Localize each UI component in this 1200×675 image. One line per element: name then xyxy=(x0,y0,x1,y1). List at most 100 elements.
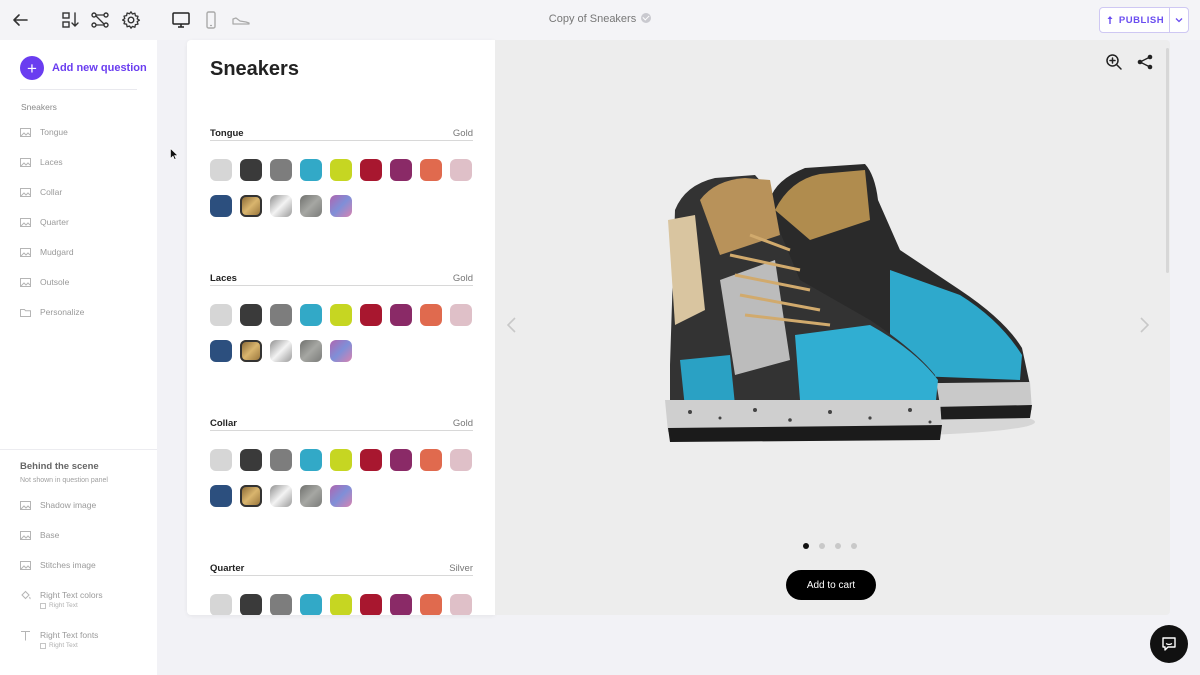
sort-icon[interactable] xyxy=(61,10,81,30)
color-swatch[interactable] xyxy=(300,159,322,181)
chat-button[interactable] xyxy=(1150,625,1188,663)
sidebar-item-shadow-image[interactable]: Shadow image xyxy=(20,497,96,513)
color-swatch[interactable] xyxy=(210,195,232,217)
sidebar-item-laces[interactable]: Laces xyxy=(20,154,63,170)
desktop-icon[interactable] xyxy=(171,10,191,30)
question-laces: Laces Gold xyxy=(210,271,473,370)
color-swatch[interactable] xyxy=(300,304,322,326)
sidebar-item-mudgard[interactable]: Mudgard xyxy=(20,244,74,260)
color-swatch[interactable] xyxy=(210,304,232,326)
color-swatch[interactable] xyxy=(240,159,262,181)
color-swatch[interactable] xyxy=(270,449,292,471)
color-swatch[interactable] xyxy=(270,159,292,181)
color-swatch[interactable] xyxy=(300,485,322,507)
sidebar-item-stitches-image[interactable]: Stitches image xyxy=(20,557,96,573)
add-question-button[interactable]: + Add new question xyxy=(20,56,147,80)
color-swatch[interactable] xyxy=(450,449,472,471)
color-swatch[interactable] xyxy=(330,594,352,615)
sidebar-item-tongue[interactable]: Tongue xyxy=(20,124,68,140)
plus-icon: + xyxy=(20,56,44,80)
mobile-icon[interactable] xyxy=(201,10,221,30)
color-swatch[interactable] xyxy=(210,485,232,507)
share-icon[interactable] xyxy=(1136,53,1154,71)
color-swatch[interactable] xyxy=(210,449,232,471)
panel-title: Sneakers xyxy=(210,58,299,80)
color-swatch[interactable] xyxy=(240,304,262,326)
color-swatch[interactable] xyxy=(270,594,292,615)
color-swatch[interactable] xyxy=(330,304,352,326)
sidebar-item-sub: Right Text xyxy=(40,602,78,609)
image-icon xyxy=(20,560,31,570)
viewer-scrollbar[interactable] xyxy=(1166,48,1169,273)
sidebar-item-right-text-colors[interactable]: Right Text colors xyxy=(20,587,103,603)
color-swatch[interactable] xyxy=(420,159,442,181)
chevron-left-icon[interactable] xyxy=(505,316,519,334)
publish-options-button[interactable] xyxy=(1170,8,1188,32)
carousel-dot[interactable] xyxy=(803,543,809,549)
color-swatch[interactable] xyxy=(270,195,292,217)
divider xyxy=(20,89,137,90)
paint-bucket-icon xyxy=(21,590,31,599)
color-swatch[interactable] xyxy=(450,304,472,326)
color-swatch[interactable] xyxy=(210,159,232,181)
color-swatch[interactable] xyxy=(330,159,352,181)
color-swatch[interactable] xyxy=(240,195,262,217)
question-header[interactable]: Quarter Silver xyxy=(210,561,473,576)
gear-icon[interactable] xyxy=(121,10,141,30)
color-swatch[interactable] xyxy=(420,304,442,326)
color-swatch[interactable] xyxy=(330,449,352,471)
color-swatch[interactable] xyxy=(390,594,412,615)
publish-button[interactable]: PUBLISH xyxy=(1100,8,1170,32)
sidebar-item-label: Collar xyxy=(40,187,63,197)
sidebar-item-sub-label: Right Text xyxy=(49,602,78,609)
color-swatch[interactable] xyxy=(240,485,262,507)
question-header[interactable]: Tongue Gold xyxy=(210,126,473,141)
back-arrow-icon[interactable] xyxy=(10,10,30,30)
color-swatch[interactable] xyxy=(450,159,472,181)
chevron-right-icon[interactable] xyxy=(1137,316,1151,334)
carousel-dot[interactable] xyxy=(835,543,841,549)
color-swatch[interactable] xyxy=(330,195,352,217)
color-swatch[interactable] xyxy=(240,594,262,615)
color-swatch[interactable] xyxy=(360,159,382,181)
color-swatch[interactable] xyxy=(390,449,412,471)
document-title-text[interactable]: Copy of Sneakers xyxy=(549,13,636,25)
color-swatch[interactable] xyxy=(360,304,382,326)
color-swatch[interactable] xyxy=(450,594,472,615)
carousel-dot[interactable] xyxy=(851,543,857,549)
color-swatch[interactable] xyxy=(270,340,292,362)
color-swatch[interactable] xyxy=(210,340,232,362)
sidebar-item-collar[interactable]: Collar xyxy=(20,184,62,200)
sidebar-item-right-text-fonts[interactable]: Right Text fonts xyxy=(20,627,98,643)
color-swatch[interactable] xyxy=(390,304,412,326)
color-swatch[interactable] xyxy=(300,340,322,362)
zoom-in-icon[interactable] xyxy=(1105,53,1123,71)
color-swatch[interactable] xyxy=(360,594,382,615)
sidebar-item-label: Outsole xyxy=(40,277,70,287)
carousel-dot[interactable] xyxy=(819,543,825,549)
color-swatch[interactable] xyxy=(330,485,352,507)
color-swatch[interactable] xyxy=(270,304,292,326)
color-swatch[interactable] xyxy=(300,449,322,471)
sneaker-icon[interactable] xyxy=(231,10,251,30)
color-swatch[interactable] xyxy=(300,594,322,615)
color-swatch[interactable] xyxy=(240,340,262,362)
sidebar-item-personalize[interactable]: Personalize xyxy=(20,304,84,320)
color-swatch[interactable] xyxy=(330,340,352,362)
color-swatch[interactable] xyxy=(420,594,442,615)
color-swatch[interactable] xyxy=(420,449,442,471)
color-swatch[interactable] xyxy=(210,594,232,615)
sidebar-item-quarter[interactable]: Quarter xyxy=(20,214,69,230)
color-swatch[interactable] xyxy=(390,159,412,181)
color-swatch[interactable] xyxy=(360,449,382,471)
question-header[interactable]: Laces Gold xyxy=(210,271,473,286)
flow-icon[interactable] xyxy=(90,10,110,30)
sidebar-item-label: Right Text colors xyxy=(40,590,103,600)
sidebar-item-base[interactable]: Base xyxy=(20,527,59,543)
color-swatch[interactable] xyxy=(270,485,292,507)
add-to-cart-button[interactable]: Add to cart xyxy=(786,570,876,600)
sidebar-item-outsole[interactable]: Outsole xyxy=(20,274,69,290)
color-swatch[interactable] xyxy=(240,449,262,471)
color-swatch[interactable] xyxy=(300,195,322,217)
question-header[interactable]: Collar Gold xyxy=(210,416,473,431)
